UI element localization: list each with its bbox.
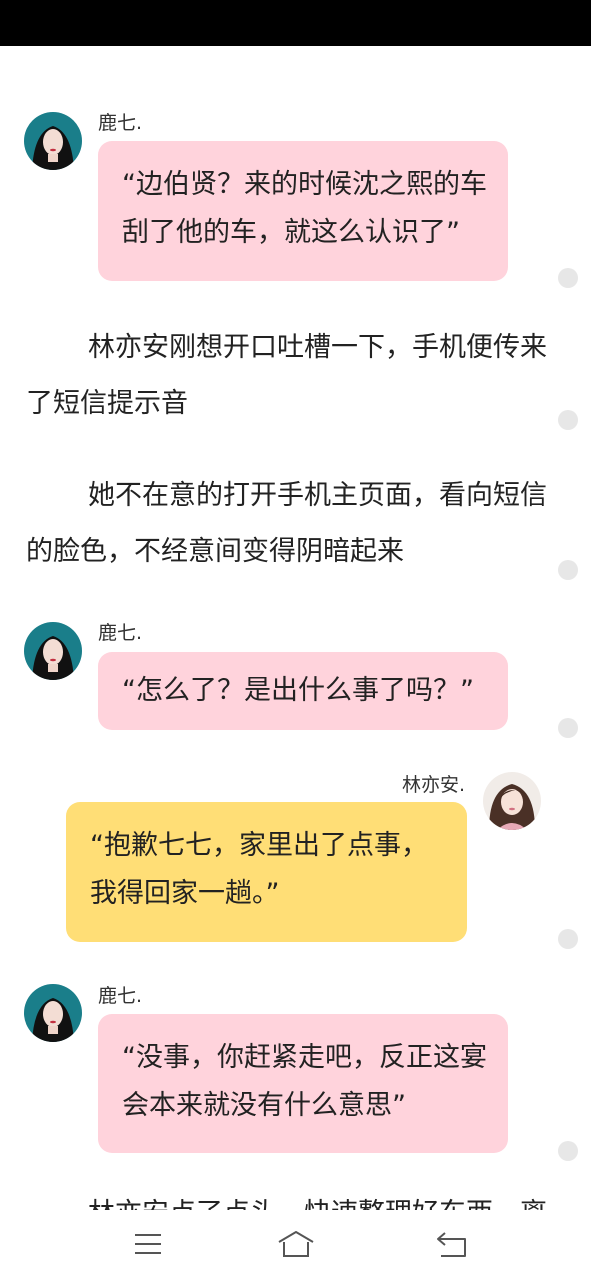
speaker-name: 鹿七. [98, 622, 143, 644]
narration-line: 的脸色，不经意间变得阴暗起来 [26, 536, 404, 567]
comment-dot[interactable] [558, 718, 578, 738]
narration-line: 她不在意的打开手机主页面，看向短信 [88, 480, 547, 511]
narration-line: 了短信提示音 [26, 388, 188, 419]
message-line: 我得回家一趟。” [90, 878, 280, 909]
menu-icon [135, 1234, 161, 1254]
speaker-name: 鹿七. [98, 985, 143, 1007]
avatar-luqi[interactable] [24, 622, 82, 680]
comment-dot[interactable] [558, 268, 578, 288]
system-nav-bar [0, 1210, 591, 1280]
narration-line: 林亦安刚想开口吐槽一下，手机便传来 [88, 332, 547, 363]
comment-dot[interactable] [558, 410, 578, 430]
menu-button[interactable] [126, 1224, 170, 1264]
message-line: 会本来就没有什么意思” [122, 1090, 406, 1121]
home-icon [278, 1231, 314, 1257]
avatar-linyian[interactable] [483, 772, 541, 830]
message-line: “怎么了？是出什么事了吗？” [122, 675, 474, 706]
avatar-luqi[interactable] [24, 984, 82, 1042]
narration-paragraph: 林亦安点了点头，快速整理好东西，离 [26, 1186, 547, 1210]
speaker-name: 林亦安. [402, 774, 466, 796]
comment-dot[interactable] [558, 1141, 578, 1161]
home-button[interactable] [274, 1224, 318, 1264]
story-chat-view[interactable]: 鹿七. “边伯贤？来的时候沈之熙的车 刮了他的车，就这么认识了” 林亦安刚想开口… [0, 46, 591, 1210]
message-bubble[interactable]: “怎么了？是出什么事了吗？” [98, 652, 508, 730]
status-bar [0, 0, 591, 46]
back-icon [437, 1232, 466, 1257]
back-button[interactable] [429, 1224, 473, 1264]
message-line: 刮了他的车，就这么认识了” [122, 217, 460, 248]
narration-line: 林亦安点了点头，快速整理好东西，离 [26, 1186, 547, 1210]
message-line: “抱歉七七，家里出了点事， [90, 830, 428, 861]
speaker-name: 鹿七. [98, 112, 143, 134]
message-bubble[interactable]: “边伯贤？来的时候沈之熙的车 刮了他的车，就这么认识了” [98, 141, 508, 281]
narration-paragraph: 林亦安刚想开口吐槽一下，手机便传来 了短信提示音 [26, 320, 547, 432]
comment-dot[interactable] [558, 560, 578, 580]
avatar-luqi[interactable] [24, 112, 82, 170]
message-line: “边伯贤？来的时候沈之熙的车 [122, 169, 487, 200]
message-line: “没事，你赶紧走吧，反正这宴 [122, 1042, 487, 1073]
message-bubble[interactable]: “没事，你赶紧走吧，反正这宴 会本来就没有什么意思” [98, 1014, 508, 1153]
narration-paragraph: 她不在意的打开手机主页面，看向短信 的脸色，不经意间变得阴暗起来 [26, 468, 547, 580]
message-bubble[interactable]: “抱歉七七，家里出了点事， 我得回家一趟。” [66, 802, 467, 942]
comment-dot[interactable] [558, 929, 578, 949]
